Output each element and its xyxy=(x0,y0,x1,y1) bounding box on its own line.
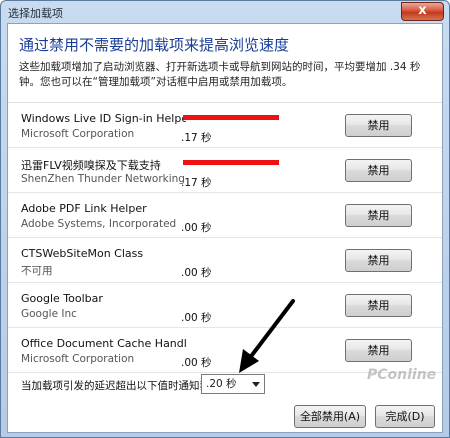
disable-button[interactable]: 禁用 xyxy=(345,249,412,272)
addon-row-windows-live: Windows Live ID Sign-in Helper Microsoft… xyxy=(8,103,442,148)
window-title: 选择加载项 xyxy=(8,7,63,20)
addon-name: Google Toolbar xyxy=(21,292,103,305)
done-button[interactable]: 完成(D) xyxy=(375,405,435,428)
addon-name: 迅雷FLV视频嗅探及下载支持 xyxy=(21,159,161,172)
addon-row-adobe-pdf: Adobe PDF Link Helper Adobe Systems, Inc… xyxy=(8,193,442,238)
addon-load-time: .00 秒 xyxy=(181,312,212,324)
annotation-arrow xyxy=(239,299,295,373)
disable-button[interactable]: 禁用 xyxy=(345,294,412,317)
description-text: 这些加载项增加了启动浏览器、打开新选项卡或导航到网站的时间，平均要增加 .34 … xyxy=(19,61,421,88)
title-bar[interactable]: 选择加载项 x xyxy=(1,1,449,23)
addon-name: CTSWebSiteMon Class xyxy=(21,247,144,260)
addon-name: Adobe PDF Link Helper xyxy=(21,202,147,215)
disable-button[interactable]: 禁用 xyxy=(345,159,412,182)
highlight-bar xyxy=(183,115,279,120)
watermark-logo: PConline xyxy=(367,367,437,383)
close-button[interactable]: x xyxy=(401,2,444,21)
highlight-bar xyxy=(183,160,279,165)
addon-load-time: .17 秒 xyxy=(181,177,212,189)
addon-row-thunder: 迅雷FLV视频嗅探及下载支持 ShenZhen Thunder Networki… xyxy=(8,148,442,193)
addon-name: Office Document Cache Handler xyxy=(21,337,186,350)
addon-row-ctswebsitemon: CTSWebSiteMon Class 不可用 .00 秒 禁用 xyxy=(8,238,442,283)
addon-load-time: .00 秒 xyxy=(181,222,212,234)
addon-publisher: 不可用 xyxy=(21,265,53,277)
threshold-value: .20 秒 xyxy=(206,378,237,390)
addon-publisher: ShenZhen Thunder Networking T xyxy=(21,173,184,185)
threshold-select[interactable]: .20 秒 xyxy=(201,374,265,394)
disable-button[interactable]: 禁用 xyxy=(345,339,412,362)
chevron-down-icon xyxy=(252,382,260,387)
addon-list: Windows Live ID Sign-in Helper Microsoft… xyxy=(8,102,442,373)
addon-load-time: .00 秒 xyxy=(181,267,212,279)
addon-row-google-toolbar: Google Toolbar Google Inc .00 秒 禁用 xyxy=(8,283,442,328)
addon-publisher: Microsoft Corporation xyxy=(21,353,135,365)
addon-publisher: Adobe Systems, Incorporated xyxy=(21,218,177,230)
addon-load-time: .00 秒 xyxy=(181,357,212,369)
addon-publisher: Google Inc xyxy=(21,308,77,320)
disable-button[interactable]: 禁用 xyxy=(345,204,412,227)
dialog-window: 选择加载项 x 通过禁用不需要的加载项来提高浏览速度 这些加载项增加了启动浏览器… xyxy=(0,0,450,438)
addon-load-time: .17 秒 xyxy=(181,132,212,144)
disable-all-button[interactable]: 全部禁用(A) xyxy=(294,405,366,428)
addon-publisher: Microsoft Corporation xyxy=(21,128,135,140)
addon-name: Windows Live ID Sign-in Helper xyxy=(21,112,186,125)
notify-threshold-label: 当加载项引发的延迟超出以下值时通知我: xyxy=(21,380,214,392)
close-icon: x xyxy=(418,3,427,18)
disable-button[interactable]: 禁用 xyxy=(345,114,412,137)
page-heading: 通过禁用不需要的加载项来提高浏览速度 xyxy=(19,36,290,54)
